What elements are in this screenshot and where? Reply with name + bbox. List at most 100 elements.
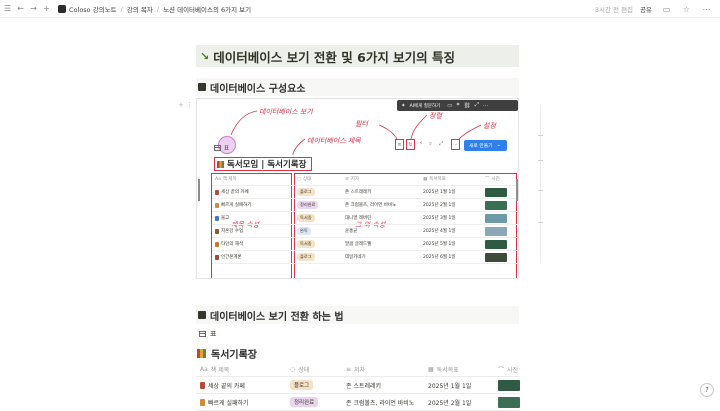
photo-thumbnail[interactable] xyxy=(485,188,507,197)
column-header-photo[interactable]: ⌒사진 xyxy=(494,365,520,374)
calendar-icon: ▦ xyxy=(423,177,427,182)
column-header-title[interactable]: Aa책 제목 xyxy=(212,176,294,182)
breadcrumb-separator: / xyxy=(157,5,159,13)
new-button[interactable]: 새로 만들기 ⌄ xyxy=(464,140,507,151)
column-header-title[interactable]: Aa책 제목 xyxy=(196,365,286,374)
sidebar-toggle-icon[interactable]: ☰ xyxy=(2,3,13,14)
outline-tick[interactable] xyxy=(538,190,543,191)
table-row[interactable]: 지혼강 수업 완독 윤홍균 2025년 4월 1일 xyxy=(212,225,517,238)
help-button[interactable]: ? xyxy=(700,383,714,397)
page-title-text: 데이터베이스 보기 전환 및 6가지 보기의 특징 xyxy=(213,47,455,66)
header-label: 사진 xyxy=(507,365,518,374)
column-header-author[interactable]: ≡저자 xyxy=(342,365,424,374)
view-tab-label: 표 xyxy=(210,329,216,339)
star-icon[interactable]: ☆ xyxy=(681,4,692,15)
calendar-icon: ▦ xyxy=(428,366,434,373)
column-header-author[interactable]: ≡저자 xyxy=(342,176,420,182)
status-icon: ◌ xyxy=(297,177,301,182)
list-icon: ≡ xyxy=(346,366,351,373)
photo-thumbnail[interactable] xyxy=(485,201,507,210)
section-heading-text: 데이터베이스 보기 전환 하는 법 xyxy=(210,308,344,323)
column-header-photo[interactable]: ⌒사진 xyxy=(482,176,517,182)
back-arrow-icon[interactable]: ← xyxy=(15,3,26,14)
book-icon xyxy=(200,382,205,389)
outline-tick[interactable] xyxy=(538,160,543,161)
row-goal: 2025년 6월 1일 xyxy=(420,254,482,260)
table-row[interactable]: 세상 끝의 카페 플로그 존 스트레레키 2025년 1월 1일 xyxy=(212,186,517,199)
book-icon xyxy=(215,242,219,247)
outline-tick[interactable] xyxy=(538,135,543,136)
status-badge: 플로그 xyxy=(290,380,313,390)
table-header-row: Aa책 제목 ◌상태 ≡저자 ▦독서목표 ⌒사진 xyxy=(196,362,520,377)
table-row[interactable]: 인간본계론 플로그 데일카네기 2025년 6월 1일 xyxy=(212,251,517,264)
photo-thumbnail[interactable] xyxy=(485,227,507,236)
comment-icon[interactable]: ▭ xyxy=(661,4,672,15)
image-scroll-marker-right xyxy=(516,179,518,201)
status-badge: 완독 xyxy=(297,227,311,235)
sort-icon[interactable]: ⇅ xyxy=(406,139,415,150)
table-row[interactable]: 빠르게 실패하기 정리완료 존 크럼볼츠, 라이언 바비노 2025년 2월 1… xyxy=(212,199,517,212)
view-tab-table[interactable]: 표 xyxy=(214,144,229,152)
column-header-goal[interactable]: ▦독서목표 xyxy=(424,365,494,374)
section-heading-text: 데이터베이스 구성요소 xyxy=(210,80,305,95)
database-title-text: 독서모임 | 독서기록장 xyxy=(227,158,306,170)
row-title: 세상 끝의 카페 xyxy=(221,189,249,195)
photo-thumbnail[interactable] xyxy=(485,253,507,262)
row-goal: 2025년 5월 1일 xyxy=(420,241,482,247)
share-button[interactable]: 공유 xyxy=(640,4,652,14)
breadcrumb-lecture-index[interactable]: 강의 목차 xyxy=(127,4,153,14)
page-outline-track xyxy=(540,105,541,263)
table-icon xyxy=(214,145,221,151)
lightning-icon[interactable]: ⚡ xyxy=(419,141,423,147)
photo-thumbnail[interactable] xyxy=(498,397,520,408)
header-label: 상태 xyxy=(303,176,311,182)
database-title[interactable]: 독서기록장 xyxy=(197,346,257,361)
book-icon xyxy=(215,255,219,260)
row-title: 빠르게 실패하기 xyxy=(221,202,251,208)
filter-icon[interactable]: ≡ xyxy=(395,139,404,150)
breadcrumb-workspace[interactable]: Coloso 강의노트 xyxy=(69,4,117,14)
row-author: 존 스트레레키 xyxy=(342,189,420,195)
forward-arrow-icon[interactable]: → xyxy=(28,3,39,14)
arrow-to-sort xyxy=(411,115,427,139)
table-row[interactable]: 물고 독서중 대니얼 레버틴 2025년 3월 1일 xyxy=(212,212,517,225)
photo-thumbnail[interactable] xyxy=(485,240,507,249)
more-icon[interactable]: ⋯ xyxy=(701,4,712,15)
column-header-status[interactable]: ◌상태 xyxy=(286,365,342,374)
view-tab-table[interactable]: 표 xyxy=(199,329,216,339)
status-icon: ◌ xyxy=(290,366,295,373)
photo-thumbnail[interactable] xyxy=(498,380,520,391)
book-icon xyxy=(200,399,205,406)
table-row[interactable]: 빠르게 실패하기 정리완료 존 크럼볼츠, 라이언 바비노 2025년 2월 1… xyxy=(196,394,520,411)
column-header-status[interactable]: ◌상태 xyxy=(294,176,342,182)
database-title: 독서모임 | 독서기록장 xyxy=(214,157,312,171)
table-row[interactable]: 세상 끝의 카페 플로그 존 스트레레키 2025년 1월 1일 xyxy=(196,377,520,394)
arrow-to-settings xyxy=(459,125,481,139)
row-title: 물고 xyxy=(221,215,229,221)
outline-tick[interactable] xyxy=(538,222,543,223)
top-bar-actions: 3시간 전 편집 공유 ▭ ☆ ⋯ xyxy=(595,0,712,18)
column-header-goal[interactable]: ▦독서목표 xyxy=(420,176,482,182)
row-title: 인간본계론 xyxy=(221,254,242,260)
settings-more-icon[interactable]: ⋯ xyxy=(451,139,460,150)
paperclip-icon: ⌒ xyxy=(485,176,490,182)
row-author: 존 스트레레키 xyxy=(342,381,424,390)
table-header-row: Aa책 제목 ◌상태 ≡저자 ▦독서목표 ⌒사진 xyxy=(212,173,517,186)
row-title: 세상 끝의 카페 xyxy=(208,381,245,390)
database-title-text: 독서기록장 xyxy=(211,346,257,361)
row-author: 데일카네기 xyxy=(342,254,420,260)
list-icon: ≡ xyxy=(345,177,349,182)
add-icon[interactable]: + xyxy=(41,3,52,14)
text-icon: Aa xyxy=(215,177,221,182)
books-icon xyxy=(197,349,206,358)
table-row[interactable]: 타인의 해석 독서중 말콤 글래드웰 2025년 5월 1일 xyxy=(212,238,517,251)
row-goal: 2025년 2월 1일 xyxy=(424,398,494,407)
search-icon[interactable]: ⌕ xyxy=(429,141,432,148)
table-icon xyxy=(199,331,206,337)
row-goal: 2025년 4월 1일 xyxy=(420,228,482,234)
expand-icon[interactable]: ⤢ xyxy=(439,141,443,148)
breadcrumb-current-page[interactable]: 노션 데이터베이스의 6가지 보기 xyxy=(163,4,251,14)
arrow-icon: ↘ xyxy=(200,50,209,63)
header-label: 사진 xyxy=(492,176,500,182)
photo-thumbnail[interactable] xyxy=(485,214,507,223)
